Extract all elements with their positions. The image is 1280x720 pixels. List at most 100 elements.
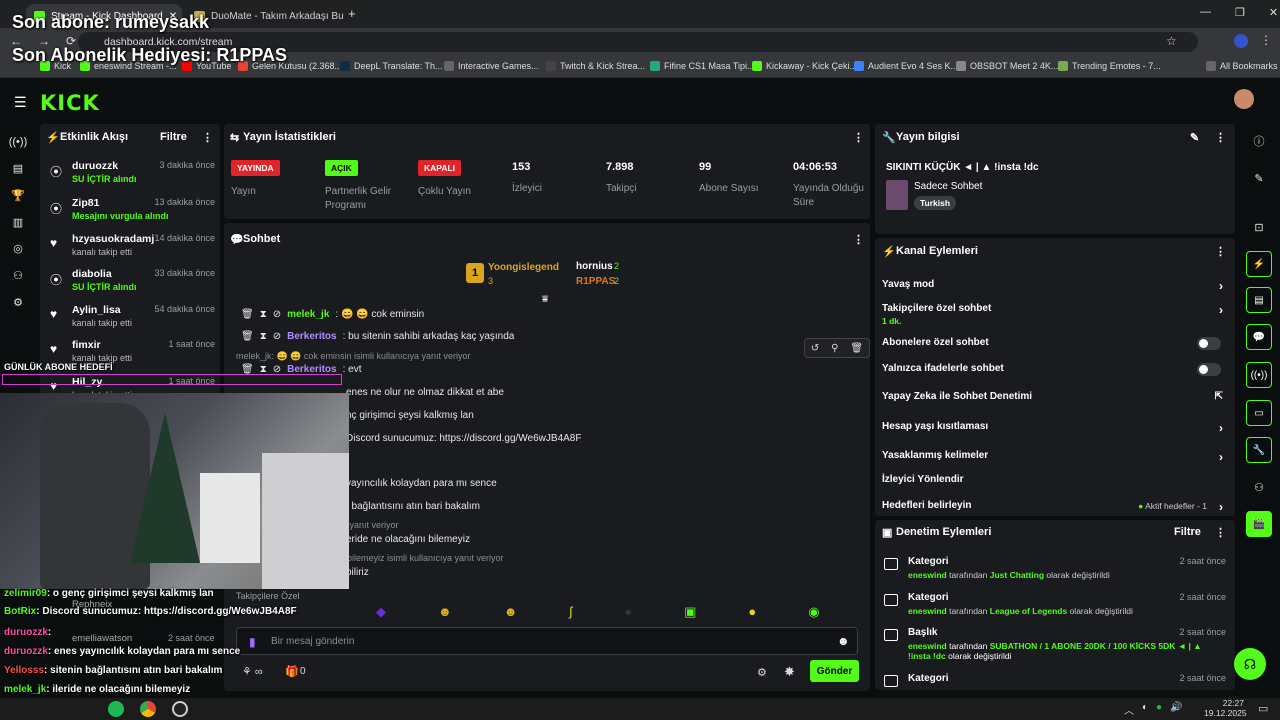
layers-button[interactable]: ▭ [1246,400,1272,426]
bookmark-item[interactable]: Interactive Games... [444,61,539,71]
activity-item[interactable]: ⦿ duruozzk SU İÇTİR alındı 3 dakika önce [50,160,215,184]
channel-action-item[interactable]: İzleyici Yönlendir [882,474,1227,485]
channel-action-item[interactable]: Yapay Zeka ile Sohbet Denetimi ⇱ [882,391,1227,402]
chat-message[interactable]: ı bağlantısını atın bari bakalım [346,501,480,512]
timeout-icon[interactable]: ⧗ [260,309,267,320]
activity-item[interactable]: ♥ Aylin_lisa kanalı takip etti 54 dakika ön… [50,304,215,328]
kebab-icon[interactable]: ⋮ [202,131,213,144]
bookmark-item[interactable]: DeepL Translate: Th... [340,61,443,71]
chat-message[interactable]: 🗑 ⧗ ⊘ Berkeritos: bu sitenin sahibi arkadaş… [241,331,514,342]
kebab-icon[interactable]: ⋮ [853,131,864,144]
support-headset-button[interactable]: ☊ [1234,648,1266,680]
chat-message[interactable]: melek_jk: 😄 😄 cok eminsin isimli kullanı… [236,351,470,362]
profile-avatar[interactable] [1234,34,1248,48]
kebab-icon[interactable]: ⋮ [853,233,864,246]
gear-icon[interactable]: ⚙ [8,292,28,312]
pin-icon[interactable]: ⩸ [542,294,548,305]
pin-message-icon[interactable]: ⚲ [831,343,838,354]
bookmark-item[interactable]: Fifine CS1 Masa Tipi... [650,61,755,71]
spotify-tray-icon[interactable]: ● [1156,702,1162,717]
channel-action-item[interactable]: Abonelere özel sohbet [882,337,1227,350]
activity-item[interactable]: ⦿ diabolia SU İÇTİR alındı 33 dakika önce [50,268,215,292]
emote-icon[interactable]: ☻ [504,604,518,620]
obs-icon[interactable] [172,701,188,717]
chat-settings-icon[interactable]: ⚙ [757,666,767,679]
library-icon[interactable]: ▤ [8,158,28,178]
bookmark-item[interactable]: Kickaway - Kick Çeki... [752,61,857,71]
target-icon[interactable]: ◎ [8,238,28,258]
activity-filter-button[interactable]: Filtre [160,131,187,143]
tab-duomate[interactable]: DuoMate - Takım Arkadaşı Bul ✕ [186,4,344,28]
quick-actions-button[interactable]: ⚡ [1246,251,1272,277]
chat-message[interactable]: enes ne olur ne olmaz dikkat et abe [346,387,504,398]
delete-icon[interactable]: 🗑 [241,331,254,342]
kebab-icon[interactable]: ⋮ [1215,245,1226,258]
volume-icon[interactable]: 🔊 [1170,702,1182,717]
notification-icon[interactable]: ▭ [1258,702,1268,715]
scan-icon[interactable]: ⊡ [1249,217,1269,237]
timeout-icon[interactable]: ⧗ [260,331,267,342]
chat-button[interactable]: 💬 [1246,324,1272,350]
broadcast-button[interactable]: ((•)) [1246,362,1272,388]
chat-username[interactable]: Berkeritos [287,331,336,342]
bookmark-star-icon[interactable]: ☆ [1166,34,1177,48]
chat-message[interactable]: Discord sunucumuz: https://discord.gg/We… [346,433,581,444]
emote-icon[interactable]: ◉ [808,604,819,620]
delete-icon[interactable]: 🗑 [850,343,863,354]
maximize-icon[interactable]: ❐ [1235,6,1245,19]
delete-icon[interactable]: 🗑 [241,309,254,320]
clock[interactable]: 22:27 19.12.2025 [1204,698,1247,718]
kick-logo[interactable]: KICK [40,91,100,115]
tools-button[interactable]: 🔧 [1246,437,1272,463]
channel-action-item[interactable]: Yasaklanmış kelimeler › [882,450,1227,464]
toggle-switch[interactable] [1197,363,1221,376]
emote-icon[interactable]: ʃ [569,604,572,620]
mod-filter-button[interactable]: Filtre [1174,526,1201,538]
spotify-icon[interactable] [108,701,124,717]
emote-icon[interactable]: ☻ [438,604,452,620]
user-avatar[interactable] [1234,89,1254,109]
emote-icon[interactable]: ◆ [376,604,386,620]
chart-icon[interactable]: ▥ [8,212,28,232]
activity-item[interactable]: ♥ hzyasuokradamj kanalı takip etti 14 dakik… [50,233,215,257]
emote-icon[interactable]: ▣ [684,604,696,620]
close-window-icon[interactable]: ✕ [1269,6,1278,19]
notes-button[interactable]: ▤ [1246,287,1272,313]
new-tab-button[interactable]: + [348,6,356,21]
chat-input[interactable]: ▮ Bir mesaj gönderin ☻ [236,627,858,655]
mic-icon[interactable]: ▮ [249,635,256,649]
trophy-icon[interactable]: 🏆 [8,185,28,205]
bookmark-item[interactable]: Trending Emotes - 7... [1058,61,1161,71]
edit-icon[interactable]: ✎ [1190,131,1199,144]
stream-icon[interactable]: ((•)) [8,132,28,152]
chrome-icon[interactable] [140,701,156,717]
hamburger-menu-icon[interactable]: ☰ [14,94,27,111]
bookmark-item[interactable]: Twitch & Kick Strea... [546,61,645,71]
chevron-up-icon[interactable]: ︿ [1124,702,1134,717]
menu-kebab-icon[interactable]: ⋮ [1260,33,1272,47]
emoji-icon[interactable]: ☻ [837,634,850,648]
chat-username[interactable]: melek_jk [287,309,329,320]
users-icon[interactable]: ⚇ [1249,477,1269,497]
info-icon[interactable]: ⓘ [1249,131,1269,151]
chat-message[interactable]: 🗑 ⧗ ⊘ melek_jk: 😄 😄 cok eminsin [241,309,424,320]
chat-message[interactable]: biliriz [346,567,369,578]
emote-icon[interactable]: ● [624,604,632,620]
chat-message[interactable]: a yanıt veriyor [342,520,399,530]
clapper-button[interactable]: 🎬 [1246,511,1272,537]
channel-action-item[interactable]: Hesap yaşı kısıtlaması › [882,421,1227,435]
emote-icon[interactable]: ● [748,604,756,620]
channel-action-item[interactable]: Takipçilere özel sohbet 1 dk. › [882,303,1227,326]
kick-coin-icon[interactable]: ✸ [784,664,795,680]
bookmark-item[interactable]: OBSBOT Meet 2 4K... [956,61,1058,71]
kebab-icon[interactable]: ⋮ [1215,131,1226,144]
chat-message[interactable]: nç girişimci şeysi kalkmış lan [346,410,474,421]
channel-action-item[interactable]: Yavaş mod › [882,279,1227,293]
bookmark-item[interactable]: Audient Evo 4 Ses K... [854,61,958,71]
reply-icon[interactable]: ↺ [811,343,819,354]
channel-action-item[interactable]: Yalnızca ifadelerle sohbet [882,363,1227,376]
channel-action-item[interactable]: Hedefleri belirleyin › ● Aktif hedefler - … [882,500,1227,514]
ban-icon[interactable]: ⊘ [273,309,281,320]
minimize-icon[interactable]: — [1200,6,1211,19]
users-icon[interactable]: ⚇ [8,265,28,285]
